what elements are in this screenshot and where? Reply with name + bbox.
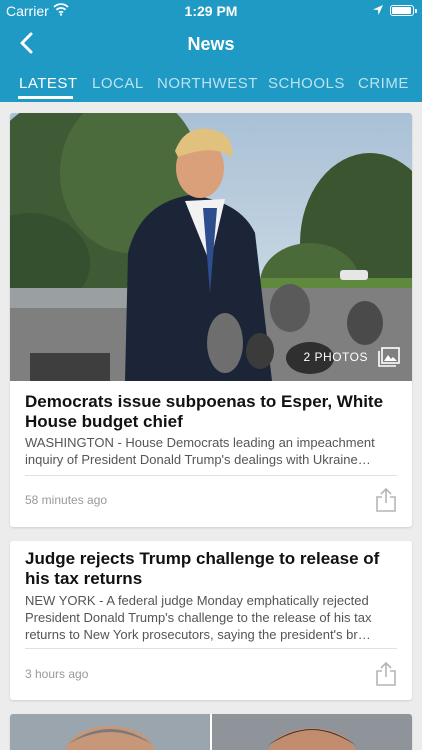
article-summary: WASHINGTON - House Democrats leading an …: [25, 435, 375, 467]
divider: [25, 648, 397, 649]
article-timestamp: 58 minutes ago: [25, 493, 108, 507]
share-button[interactable]: [375, 487, 397, 512]
battery-icon: [390, 5, 417, 16]
tab-northwest[interactable]: NORTHWEST: [157, 75, 258, 92]
page-title: News: [187, 34, 235, 54]
article-summary: NEW YORK - A federal judge Monday emphat…: [25, 593, 372, 642]
article-card[interactable]: [10, 714, 412, 750]
gallery-icon: [378, 347, 400, 367]
share-button[interactable]: [375, 661, 397, 686]
tab-crime[interactable]: CRIME: [358, 75, 409, 92]
top-bar: Carrier 1:29 PM News LATEST LOCAL NORTHW…: [0, 0, 422, 102]
article-photo[interactable]: 2 PHOTOS: [10, 113, 412, 381]
article-card[interactable]: 2 PHOTOS Democrats issue subpoenas to Es…: [10, 113, 412, 527]
tab-latest[interactable]: LATEST: [19, 75, 78, 92]
share-icon: [376, 661, 396, 686]
status-bar: Carrier 1:29 PM: [0, 0, 422, 22]
article-headline[interactable]: Judge rejects Trump challenge to release…: [25, 549, 397, 589]
tab-schools[interactable]: SCHOOLS: [268, 75, 345, 92]
photo-count: 2 PHOTOS: [303, 350, 368, 364]
article-photo[interactable]: [212, 714, 412, 750]
tab-local[interactable]: LOCAL: [92, 75, 144, 92]
active-tab-indicator: [18, 96, 73, 99]
article-headline[interactable]: Democrats issue subpoenas to Esper, Whit…: [25, 392, 397, 432]
article-timestamp: 3 hours ago: [25, 667, 89, 681]
location-arrow-icon: [372, 3, 384, 19]
photo-gallery-badge[interactable]: 2 PHOTOS: [304, 347, 400, 367]
share-icon: [376, 487, 396, 512]
clock: 1:29 PM: [184, 3, 238, 19]
article-photo[interactable]: [10, 714, 210, 750]
article-card[interactable]: Judge rejects Trump challenge to release…: [10, 541, 412, 700]
divider: [25, 475, 397, 476]
